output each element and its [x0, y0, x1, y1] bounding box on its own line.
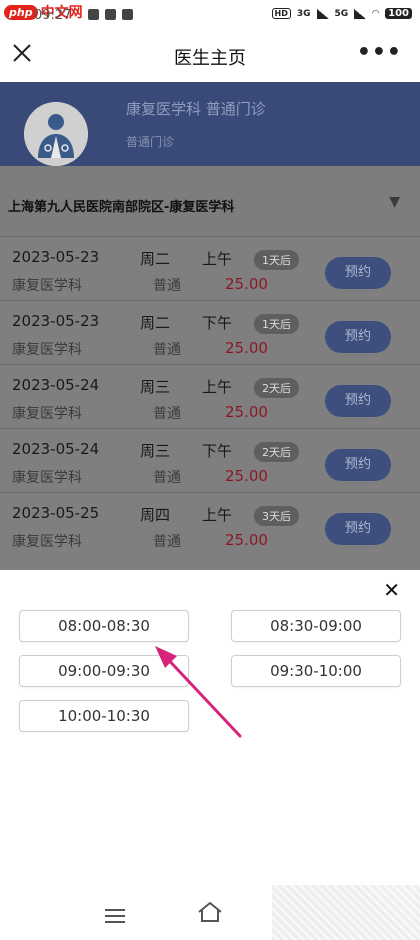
slot-type: 普通 — [153, 278, 181, 294]
signal-label-2: 5G — [334, 8, 349, 19]
nav-bar: 医生主页 ••• — [0, 30, 420, 82]
doctor-name: 康复医学科 普通门诊 — [126, 100, 266, 118]
status-badge: 2天后 — [254, 378, 299, 398]
slot-period: 上午 — [202, 378, 233, 396]
list-item: 2023-05-23 周二 下午 1天后 康复医学科 普通 25.00 预约 — [0, 300, 420, 364]
slot-price: 25.00 — [225, 531, 268, 549]
book-button[interactable]: 预约 — [325, 257, 391, 289]
slot-department: 康复医学科 — [12, 278, 82, 294]
slot-weekday: 周三 — [140, 378, 171, 396]
menu-icon[interactable] — [105, 909, 125, 927]
usb-icon — [105, 9, 116, 20]
slot-type: 普通 — [153, 342, 181, 358]
slot-weekday: 周四 — [140, 506, 171, 524]
slot-price: 25.00 — [225, 467, 268, 485]
status-badge: 1天后 — [254, 250, 299, 270]
dropdown-caret-icon: ▼ — [389, 194, 400, 210]
status-time: 09:27 — [34, 8, 72, 23]
slot-type: 普通 — [153, 534, 181, 550]
slot-date: 2023-05-24 — [12, 440, 100, 458]
book-button[interactable]: 预约 — [325, 449, 391, 481]
slot-period: 下午 — [202, 442, 233, 460]
slot-date: 2023-05-24 — [12, 376, 100, 394]
slot-date: 2023-05-23 — [12, 248, 100, 266]
slot-type: 普通 — [153, 470, 181, 486]
slot-department: 康复医学科 — [12, 470, 82, 486]
slot-price: 25.00 — [225, 403, 268, 421]
book-button[interactable]: 预约 — [325, 513, 391, 545]
status-badge: 1天后 — [254, 314, 299, 334]
doctor-header: 康复医学科 普通门诊 普通门诊 — [0, 82, 420, 166]
slot-period: 上午 — [202, 506, 233, 524]
slot-period: 下午 — [202, 314, 233, 332]
annotation-arrow-icon — [155, 646, 242, 738]
list-item: 2023-05-23 周二 上午 1天后 康复医学科 普通 25.00 预约 — [0, 236, 420, 300]
notification-icon — [88, 9, 99, 20]
slot-department: 康复医学科 — [12, 342, 82, 358]
signal-label-1: 3G — [296, 8, 311, 19]
hospital-selector-label: 上海第九人民医院南部院区-康复医学科 — [8, 200, 235, 215]
signal-icon — [354, 8, 367, 19]
status-badge: 3天后 — [254, 506, 299, 526]
appointment-list: 2023-05-23 周二 上午 1天后 康复医学科 普通 25.00 预约 2… — [0, 236, 420, 570]
slot-date: 2023-05-23 — [12, 312, 100, 330]
slot-period: 上午 — [202, 250, 233, 268]
blurred-region — [272, 885, 420, 940]
status-bar: php 中文网 09:27 HD 3G 5G ◠ 100 — [0, 0, 420, 30]
list-item: 2023-05-24 周三 下午 2天后 康复医学科 普通 25.00 预约 — [0, 428, 420, 492]
signal-icon — [316, 8, 329, 19]
hd-badge: HD — [271, 8, 291, 19]
time-picker-sheet: ✕ 08:00-08:30 08:30-09:00 09:00-09:30 09… — [0, 570, 420, 885]
book-button[interactable]: 预约 — [325, 385, 391, 417]
slot-weekday: 周二 — [140, 314, 171, 332]
slot-department: 康复医学科 — [12, 406, 82, 422]
slot-type: 普通 — [153, 406, 181, 422]
battery-indicator: 100 — [385, 8, 412, 19]
slot-weekday: 周三 — [140, 442, 171, 460]
doctor-avatar-icon — [24, 102, 88, 166]
slot-department: 康复医学科 — [12, 534, 82, 550]
slot-weekday: 周二 — [140, 250, 171, 268]
book-button[interactable]: 预约 — [325, 321, 391, 353]
watermark-logo: php — [4, 4, 38, 20]
status-right: HD 3G 5G ◠ 100 — [271, 8, 412, 19]
slot-price: 25.00 — [225, 339, 268, 357]
hospital-selector[interactable]: 上海第九人民医院南部院区-康复医学科 ▼ — [0, 166, 420, 236]
home-icon[interactable] — [197, 901, 223, 927]
doctor-subtitle: 普通门诊 — [126, 135, 175, 149]
more-menu-icon[interactable]: ••• — [357, 40, 402, 65]
slot-price: 25.00 — [225, 275, 268, 293]
status-badge: 2天后 — [254, 442, 299, 462]
list-item: 2023-05-24 周三 上午 2天后 康复医学科 普通 25.00 预约 — [0, 364, 420, 428]
slot-date: 2023-05-25 — [12, 504, 100, 522]
system-nav-bar — [0, 885, 420, 940]
check-icon — [122, 9, 133, 20]
status-notification-icons — [88, 9, 133, 20]
list-item: 2023-05-25 周四 上午 3天后 康复医学科 普通 25.00 预约 — [0, 492, 420, 556]
wifi-icon: ◠ — [372, 8, 380, 19]
